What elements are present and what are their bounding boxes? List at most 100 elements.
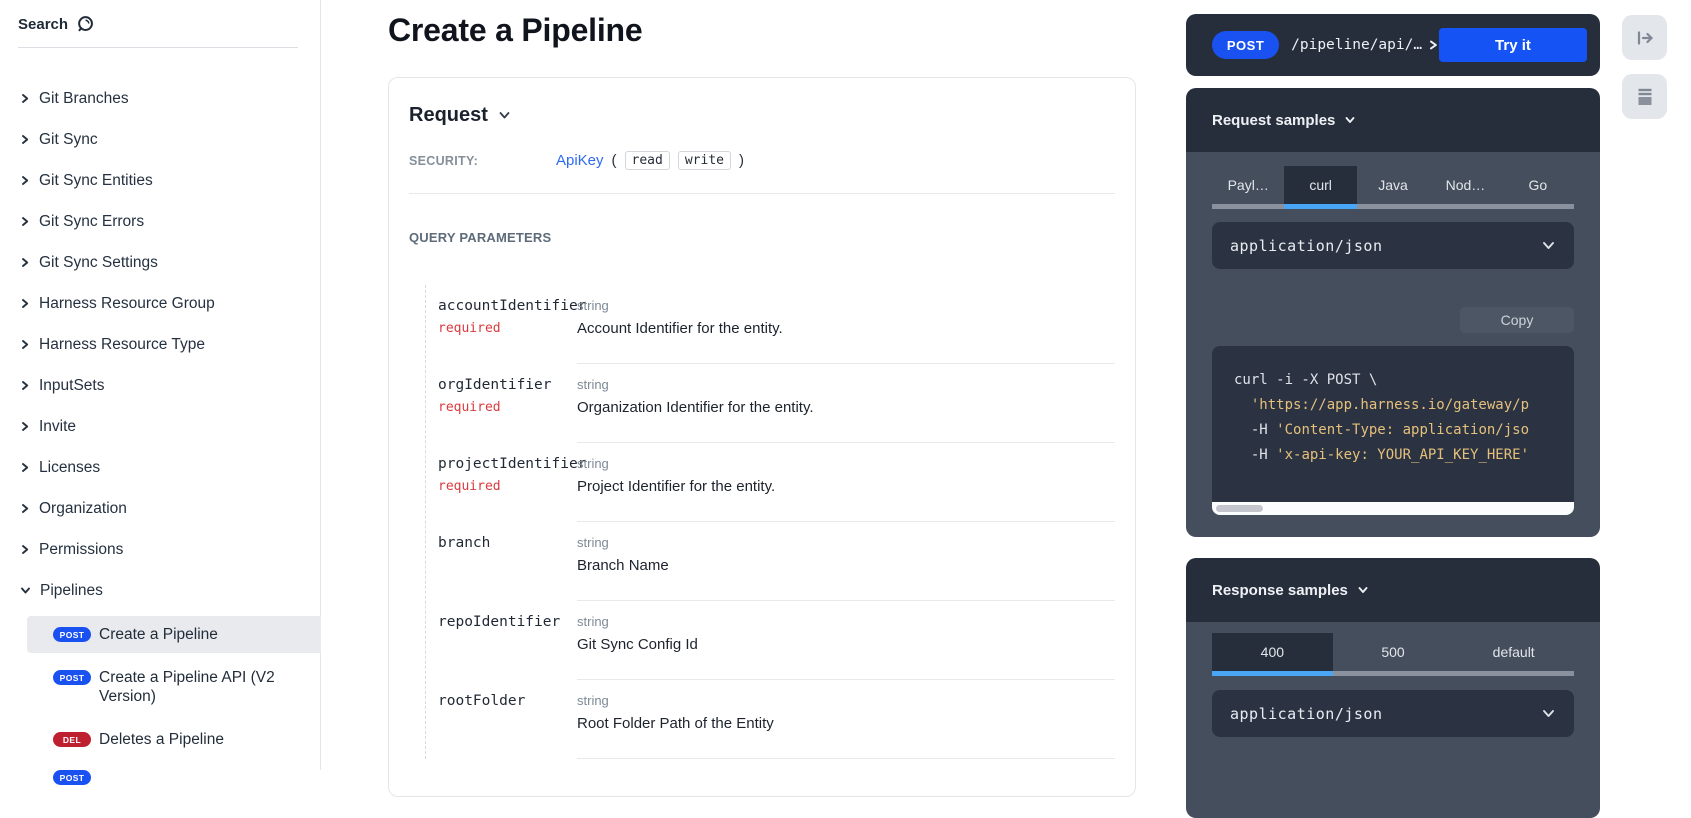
clipped-scrolled-item	[55, 58, 83, 63]
tab-500[interactable]: 500	[1333, 633, 1454, 676]
request-card: Request SECURITY: ApiKey ( read write ) …	[388, 77, 1136, 797]
content-type-value: application/json	[1230, 237, 1383, 255]
tab-nodejs[interactable]: Nod…	[1429, 166, 1501, 209]
del-method-badge: DEL	[53, 732, 91, 747]
chevron-down-icon	[20, 585, 31, 596]
search-control[interactable]: Search	[18, 14, 97, 35]
chevron-right-icon	[20, 462, 30, 473]
post-method-badge: POST	[53, 770, 91, 785]
sidebar-item-git-sync-errors[interactable]: Git Sync Errors	[0, 201, 321, 242]
try-it-button[interactable]: Try it	[1439, 28, 1587, 62]
sidebar: Search Git Branches Git Sync Git Sync En…	[0, 0, 321, 770]
page-title: Create a Pipeline	[388, 12, 643, 49]
sidebar-item-git-sync[interactable]: Git Sync	[0, 119, 321, 160]
sidebar-item-create-a-pipeline-v2[interactable]: POST Create a Pipeline API (V2 Version)	[0, 668, 321, 706]
content-type-select[interactable]: application/json	[1212, 222, 1574, 269]
endpoint-path[interactable]: /pipeline/api/…	[1291, 37, 1422, 53]
sidebar-item-label: Invite	[39, 418, 76, 436]
collapse-panel-icon	[1634, 27, 1656, 49]
paren-close: )	[739, 152, 744, 169]
code-sample: curl -i -X POST \ 'https://app.harness.i…	[1212, 346, 1574, 515]
response-samples-toggle[interactable]: Response samples	[1186, 558, 1600, 622]
sidebar-item-label: Licenses	[39, 459, 100, 477]
param-type: string	[577, 456, 1115, 471]
sidebar-item-git-sync-settings[interactable]: Git Sync Settings	[0, 242, 321, 283]
tab-default[interactable]: default	[1453, 633, 1574, 676]
request-heading: Request	[409, 104, 488, 127]
request-samples-heading: Request samples	[1212, 112, 1335, 129]
sidebar-item-organization[interactable]: Organization	[0, 488, 321, 529]
chevron-right-icon	[20, 175, 30, 186]
apikey-link[interactable]: ApiKey	[556, 152, 604, 169]
chevron-down-icon	[1357, 584, 1369, 596]
request-samples-toggle[interactable]: Request samples	[1186, 88, 1600, 152]
search-icon	[76, 14, 97, 35]
sidebar-item-pipelines[interactable]: Pipelines	[0, 570, 321, 611]
paren-open: (	[612, 152, 617, 169]
param-required-flag: required	[438, 400, 577, 415]
chevron-right-icon[interactable]	[1428, 39, 1439, 51]
tab-go[interactable]: Go	[1502, 166, 1574, 209]
param-row-projectIdentifier: projectIdentifier required string Projec…	[438, 443, 1115, 522]
sidebar-item-label: Create a Pipeline	[99, 625, 218, 644]
sidebar-item-invite[interactable]: Invite	[0, 406, 321, 447]
security-label: SECURITY:	[409, 154, 556, 168]
chevron-right-icon	[20, 134, 30, 145]
sidebar-item-label: Harness Resource Type	[39, 336, 205, 354]
param-type: string	[577, 298, 1115, 313]
scope-chip-write: write	[678, 151, 731, 170]
response-content-type-select[interactable]: application/json	[1212, 690, 1574, 737]
param-row-rootFolder: rootFolder string Root Folder Path of th…	[438, 680, 1115, 759]
param-required-flag: required	[438, 321, 577, 336]
response-code-tabs: 400 500 default	[1212, 633, 1574, 676]
request-section-toggle[interactable]: Request	[409, 104, 1115, 127]
param-row-orgIdentifier: orgIdentifier required string Organizati…	[438, 364, 1115, 443]
sidebar-item-git-branches[interactable]: Git Branches	[0, 78, 321, 119]
param-name: projectIdentifier	[438, 456, 577, 472]
tab-payload[interactable]: Payl…	[1212, 166, 1284, 209]
sidebar-item-permissions[interactable]: Permissions	[0, 529, 321, 570]
param-description: Organization Identifier for the entity.	[577, 399, 1115, 416]
search-label: Search	[18, 16, 68, 33]
sidebar-item-label: Git Sync Settings	[39, 254, 158, 272]
sidebar-item-harness-resource-group[interactable]: Harness Resource Group	[0, 283, 321, 324]
tab-400[interactable]: 400	[1212, 633, 1333, 676]
sidebar-item-partially-visible[interactable]: POST	[0, 768, 321, 785]
sidebar-item-create-a-pipeline[interactable]: POST Create a Pipeline	[27, 616, 321, 653]
param-name: rootFolder	[438, 693, 577, 709]
param-description: Root Folder Path of the Entity	[577, 715, 1115, 732]
param-description: Account Identifier for the entity.	[577, 320, 1115, 337]
chevron-right-icon	[20, 339, 30, 350]
sidebar-item-inputsets[interactable]: InputSets	[0, 365, 321, 406]
param-name: branch	[438, 535, 577, 551]
sidebar-item-git-sync-entities[interactable]: Git Sync Entities	[0, 160, 321, 201]
chevron-down-icon	[498, 109, 511, 122]
param-description: Branch Name	[577, 557, 1115, 574]
param-type: string	[577, 693, 1115, 708]
tab-java[interactable]: Java	[1357, 166, 1429, 209]
sidebar-item-label: Git Sync Errors	[39, 213, 144, 231]
request-samples-panel: Request samples Payl… curl Java Nod… Go …	[1186, 88, 1600, 537]
sidebar-item-label: Git Branches	[39, 90, 129, 108]
param-description: Project Identifier for the entity.	[577, 478, 1115, 495]
param-type: string	[577, 614, 1115, 629]
copy-button[interactable]: Copy	[1460, 307, 1574, 333]
chevron-right-icon	[20, 298, 30, 309]
chevron-right-icon	[20, 421, 30, 432]
sidebar-item-deletes-a-pipeline[interactable]: DEL Deletes a Pipeline	[0, 730, 321, 749]
chevron-right-icon	[20, 257, 30, 268]
divider	[409, 193, 1115, 194]
chevron-down-icon	[1541, 706, 1556, 721]
collapse-panel-button[interactable]	[1622, 15, 1667, 60]
page-layout-button[interactable]	[1622, 74, 1667, 119]
scrollbar-thumb[interactable]	[1216, 505, 1263, 512]
content-type-value: application/json	[1230, 705, 1383, 723]
curl-code: curl -i -X POST \ 'https://app.harness.i…	[1212, 346, 1574, 468]
security-row: SECURITY: ApiKey ( read write )	[409, 154, 1115, 170]
param-name: orgIdentifier	[438, 377, 577, 393]
response-samples-heading: Response samples	[1212, 582, 1348, 599]
post-method-badge: POST	[1212, 31, 1279, 59]
sidebar-item-harness-resource-type[interactable]: Harness Resource Type	[0, 324, 321, 365]
sidebar-item-licenses[interactable]: Licenses	[0, 447, 321, 488]
tab-curl[interactable]: curl	[1284, 166, 1356, 209]
